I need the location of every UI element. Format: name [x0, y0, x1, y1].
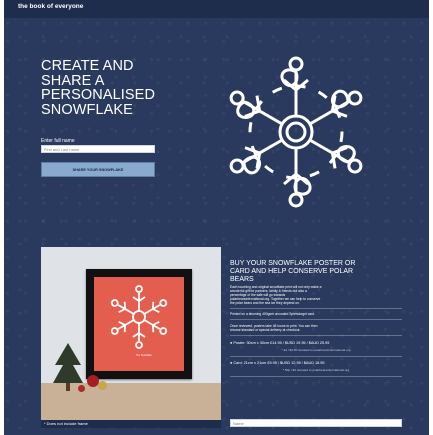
desc-line: the polar bears and the sea ice they dep… — [230, 301, 300, 305]
card-option[interactable]: ● Card: 21cm x 21cm £9.95 / $USD 12.95 /… — [230, 361, 325, 365]
frame-note: * Does not include frame — [41, 420, 221, 428]
poster-option[interactable]: ● Poster: 30cm x 30cm £14.95 / $USD 19.9… — [230, 341, 329, 345]
name-input[interactable]: Name — [230, 419, 402, 427]
small-ornament — [78, 385, 85, 392]
poster-caption: The Snowflake — [136, 354, 152, 357]
brand-logo[interactable]: the book of everyone — [18, 3, 83, 10]
radio-bullet-icon[interactable]: ● — [230, 341, 232, 345]
poster-artwork: The Snowflake — [94, 277, 184, 371]
buy-title: BUY YOUR SNOWFLAKE POSTER OR CARD AND HE… — [230, 260, 356, 283]
gold-ornament — [98, 381, 107, 390]
divider — [230, 319, 402, 320]
full-name-input[interactable]: First and Last name — [41, 145, 155, 153]
poster-preview: The Snowflake — [41, 247, 221, 428]
divider — [230, 308, 402, 309]
divider — [230, 335, 402, 336]
top-bar: the book of everyone — [4, 0, 429, 18]
poster-frame: The Snowflake — [86, 269, 192, 379]
share-snowflake-button[interactable]: SHARE YOUR SNOWFLAKE — [41, 162, 155, 177]
poster-option-label: Poster: 30cm x 30cm £14.95 / $USD 19.95 … — [233, 341, 330, 345]
poster-donation-note: * £1 / $1.50 donated to polarbearsintern… — [281, 348, 351, 352]
radio-bullet-icon[interactable]: ● — [230, 361, 232, 365]
divider — [230, 376, 402, 377]
print-description: Printed on a stunning 400gsm uncoated Sp… — [230, 312, 316, 316]
divider — [230, 356, 402, 357]
card-option-label: Card: 21cm x 21cm £9.95 / $USD 12.95 / $… — [233, 361, 325, 365]
hero-title: CREATE AND SHARE A PERSONALISED SNOWFLAK… — [41, 58, 156, 118]
name-label: Enter full name — [41, 138, 75, 144]
delivery-line: choose standard or special delivery at c… — [230, 328, 301, 332]
card-donation-note: * 50p / $1 donated to polarbearsinternat… — [282, 368, 350, 372]
snowflake-icon — [223, 56, 369, 208]
page-frame: the book of everyone CREATE AND SHARE A … — [4, 0, 429, 435]
